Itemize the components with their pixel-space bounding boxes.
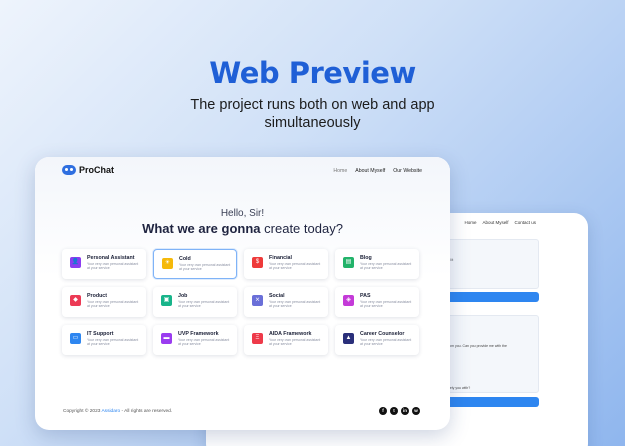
blog-icon: ▤ — [343, 257, 354, 268]
assistant-card[interactable]: ▤ Blog Your very own personal assistant at… — [335, 249, 419, 279]
back-panel-text-3: ately you with? — [447, 386, 471, 390]
footer-suffix: - All rights are reserved. — [121, 409, 173, 414]
support-icon: ▭ — [70, 333, 81, 344]
person-icon: 👤 — [70, 257, 81, 268]
brand-name: ProChat — [79, 165, 115, 175]
card-title: Financial — [269, 255, 292, 261]
card-title: IT Support — [87, 331, 114, 337]
chat-bot-icon — [62, 165, 76, 175]
back-send-button[interactable] — [446, 292, 539, 302]
nav-home[interactable]: Home — [333, 168, 347, 174]
back-nav: Home About Myself Contact us — [464, 220, 536, 225]
card-description: Your very own personal assistant at your… — [269, 262, 321, 271]
back-nav-home[interactable]: Home — [464, 220, 476, 225]
product-icon: ◆ — [70, 295, 81, 306]
assistant-card[interactable]: ▲ Career Counselor Your very own personal … — [335, 325, 419, 355]
card-description: Your very own personal assistant at your… — [87, 300, 139, 309]
career-icon: ▲ — [343, 333, 354, 344]
card-description: Your very own personal assistant at your… — [178, 300, 230, 309]
assistant-card[interactable]: ◈ PAS Your very own personal assistant at … — [335, 287, 419, 317]
back-nav-about[interactable]: About Myself — [482, 220, 508, 225]
title-bold: What we are gonna — [142, 221, 261, 236]
card-title: UVP Framework — [178, 331, 219, 337]
aida-icon: Ξ — [252, 333, 263, 344]
card-description: Your very own personal assistant at your… — [87, 338, 139, 347]
card-description: Your very own personal assistant at your… — [178, 338, 230, 347]
twitter-icon[interactable]: t — [390, 407, 398, 415]
assistant-card[interactable]: ☀ Cold Your very own personal assistant at… — [153, 249, 237, 279]
back-send-button-2[interactable] — [446, 397, 539, 407]
assistant-grid: 👤 Personal Assistant Your very own persona… — [62, 249, 419, 355]
back-chat-panel-2: from you. Can you provide me with the at… — [446, 315, 539, 393]
facebook-icon[interactable]: f — [379, 407, 387, 415]
card-title: AIDA Framework — [269, 331, 312, 337]
page-title: What we are gonna create today? — [35, 221, 450, 236]
finance-icon: $ — [252, 257, 263, 268]
assistant-card[interactable]: ◆ Product Your very own personal assistant… — [62, 287, 146, 317]
linkedin-icon[interactable]: in — [401, 407, 409, 415]
hero-title: Web Preview — [209, 56, 416, 90]
card-description: Your very own personal assistant at your… — [360, 338, 412, 347]
hero-subtitle: The project runs both on web and app sim… — [190, 97, 435, 131]
card-title: Product — [87, 293, 108, 299]
card-title: Blog — [360, 255, 372, 261]
back-chat-panel: ell it — [446, 239, 539, 289]
back-nav-contact[interactable]: Contact us — [514, 220, 536, 225]
card-description: Your very own personal assistant at your… — [179, 263, 231, 272]
social-links: f t in w — [379, 407, 420, 415]
card-title: PAS — [360, 293, 371, 299]
card-title: Cold — [179, 256, 191, 262]
nav-about[interactable]: About Myself — [355, 168, 385, 174]
card-title: Personal Assistant — [87, 255, 135, 261]
assistant-card[interactable]: ▭ IT Support Your very own personal assist… — [62, 325, 146, 355]
app-logo[interactable]: ProChat — [62, 165, 114, 175]
pas-icon: ◈ — [343, 295, 354, 306]
assistant-card[interactable]: $ Financial Your very own personal assista… — [244, 249, 328, 279]
card-title: Job — [178, 293, 188, 299]
footer-copyright: Copyright © 2023 Assidaro - All rights a… — [63, 409, 172, 414]
card-description: Your very own personal assistant at your… — [87, 262, 139, 271]
briefcase-icon: ▣ — [161, 295, 172, 306]
assistant-card[interactable]: ▣ Job Your very own personal assistant at … — [153, 287, 237, 317]
card-description: Your very own personal assistant at your… — [360, 262, 412, 271]
app-window: ProChat Home About Myself Our Website He… — [35, 157, 450, 430]
card-title: Social — [269, 293, 285, 299]
greeting: Hello, Sir! — [220, 208, 265, 219]
top-nav: Home About Myself Our Website — [333, 168, 422, 174]
assistant-card[interactable]: Ξ AIDA Framework Your very own personal as… — [244, 325, 328, 355]
social-icon: ⨯ — [252, 295, 263, 306]
footer-prefix: Copyright © 2023 — [63, 409, 101, 414]
whatsapp-icon[interactable]: w — [412, 407, 420, 415]
title-light: create today? — [264, 221, 343, 236]
back-panel-text-2: from you. Can you provide me with the — [447, 344, 507, 348]
card-description: Your very own personal assistant at your… — [269, 300, 321, 309]
card-description: Your very own personal assistant at your… — [360, 300, 412, 309]
assistant-card[interactable]: ⨯ Social Your very own personal assistant … — [244, 287, 328, 317]
assistant-card[interactable]: 👤 Personal Assistant Your very own persona… — [62, 249, 146, 279]
nav-website[interactable]: Our Website — [393, 168, 422, 174]
assistant-card[interactable]: ▬ UVP Framework Your very own personal ass… — [153, 325, 237, 355]
card-title: Career Counselor — [360, 331, 405, 337]
footer-brand[interactable]: Assidaro — [101, 409, 120, 414]
sun-icon: ☀ — [162, 258, 173, 269]
framework-icon: ▬ — [161, 333, 172, 344]
card-description: Your very own personal assistant at your… — [269, 338, 321, 347]
